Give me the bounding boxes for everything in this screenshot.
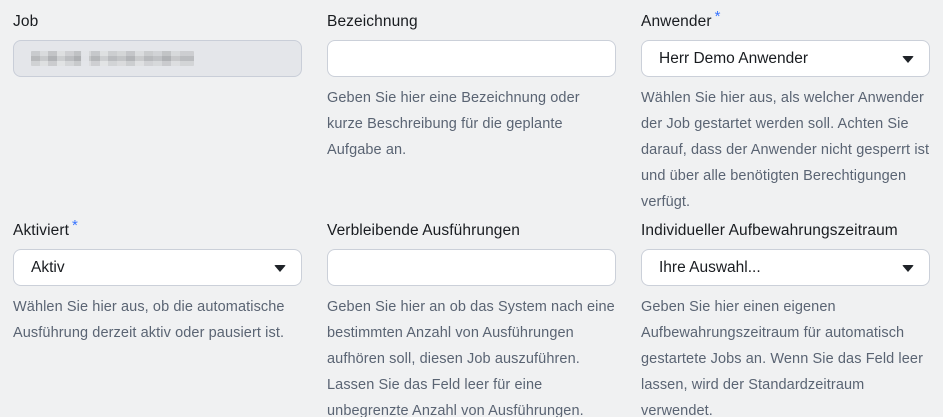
chevron-down-icon — [274, 265, 286, 272]
field-anwender: Anwender* Herr Demo Anwender Wählen Sie … — [641, 12, 930, 215]
anwender-selected-value: Herr Demo Anwender — [659, 50, 808, 68]
verbleibende-ausfuehrungen-input[interactable] — [327, 249, 616, 286]
bezeichnung-input[interactable] — [327, 40, 616, 77]
aktiviert-select[interactable]: Aktiv — [13, 249, 302, 286]
field-verbleibende-ausfuehrungen: Verbleibende Ausführungen Geben Sie hier… — [327, 221, 616, 417]
aufbewahrungszeitraum-selected-value: Ihre Auswahl... — [659, 259, 761, 277]
job-settings-form: Job Bezeichnung Geben Sie hier eine Beze… — [0, 0, 943, 417]
job-readonly-input — [13, 40, 302, 77]
field-bezeichnung: Bezeichnung Geben Sie hier eine Bezeichn… — [327, 12, 616, 215]
field-job: Job — [13, 12, 302, 215]
job-redacted-value — [31, 51, 194, 66]
bezeichnung-help-text: Geben Sie hier eine Bezeichnung oder kur… — [327, 85, 616, 163]
job-label: Job — [13, 12, 302, 32]
field-aufbewahrungszeitraum: Individueller Aufbewahrungszeitraum Ihre… — [641, 221, 930, 417]
anwender-help-text: Wählen Sie hier aus, als welcher Anwende… — [641, 85, 930, 215]
verbleibende-ausfuehrungen-label: Verbleibende Ausführungen — [327, 221, 616, 241]
anwender-label-text: Anwender — [641, 13, 712, 30]
aufbewahrungszeitraum-label: Individueller Aufbewahrungszeitraum — [641, 221, 930, 241]
required-asterisk: * — [72, 217, 78, 234]
anwender-select[interactable]: Herr Demo Anwender — [641, 40, 930, 77]
chevron-down-icon — [902, 265, 914, 272]
bezeichnung-label: Bezeichnung — [327, 12, 616, 32]
aktiviert-help-text: Wählen Sie hier aus, ob die automatische… — [13, 294, 302, 346]
aktiviert-label: Aktiviert* — [13, 221, 302, 241]
verbleibende-ausfuehrungen-help-text: Geben Sie hier an ob das System nach ein… — [327, 294, 616, 417]
field-aktiviert: Aktiviert* Aktiv Wählen Sie hier aus, ob… — [13, 221, 302, 417]
aktiviert-selected-value: Aktiv — [31, 259, 65, 277]
anwender-label: Anwender* — [641, 12, 930, 32]
required-asterisk: * — [715, 8, 721, 25]
chevron-down-icon — [902, 56, 914, 63]
aktiviert-label-text: Aktiviert — [13, 222, 69, 239]
aufbewahrungszeitraum-select[interactable]: Ihre Auswahl... — [641, 249, 930, 286]
aufbewahrungszeitraum-help-text: Geben Sie hier einen eigenen Aufbewahrun… — [641, 294, 930, 417]
